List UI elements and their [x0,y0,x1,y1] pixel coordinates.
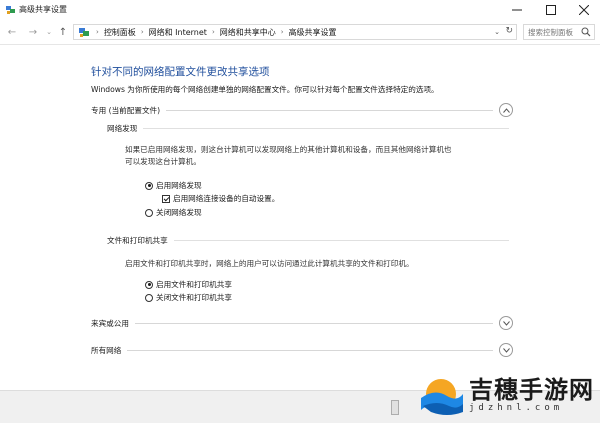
radio-label: 启用网络发现 [156,181,202,190]
breadcrumb-network-internet[interactable]: 网络和 Internet [149,27,207,38]
radio-unselected[interactable] [145,208,153,217]
chevron-down-icon: ⌄ [494,28,500,36]
expand-all-networks-button[interactable] [499,343,513,357]
radio-label: 关闭文件和打印机共享 [156,293,232,302]
breadcrumb-separator: › [280,28,284,36]
network-discovery-description-line2: 可以发现这台计算机。 [125,157,201,166]
subsection-divider [173,240,509,241]
checkbox-label: 启用网络连接设备的自动设置。 [173,194,280,203]
chevron-down-icon [502,347,510,353]
collapse-private-button[interactable] [499,103,513,117]
breadcrumb-advanced-sharing[interactable]: 高级共享设置 [289,27,337,38]
section-all-networks[interactable]: 所有网络 [91,343,513,357]
page-description: Windows 为你所使用的每个网络创建单独的网络配置文件。你可以针对每个配置文… [91,85,439,94]
brand-logo-icon [421,378,463,415]
section-guest-label: 来宾或公用 [91,318,129,328]
arrow-left-icon: ← [7,26,17,38]
refresh-button[interactable]: ↻ [505,26,513,36]
search-icon [581,27,591,37]
chevron-up-icon [502,107,510,113]
radio-selected[interactable] [145,181,153,190]
main-content: 针对不同的网络配置文件更改共享选项 Windows 为你所使用的每个网络创建单独… [0,46,600,390]
section-private-label: 专用 (当前配置文件) [91,105,161,115]
forward-button[interactable]: → [26,24,40,40]
breadcrumb-separator: › [96,28,99,36]
brand-text: 吉穗手游网 jdzhnl.com [469,377,594,414]
close-button[interactable] [567,0,600,19]
refresh-icon: ↻ [505,26,513,36]
arrow-up-icon: ↑ [58,26,68,38]
radio-network-discovery-off[interactable]: 关闭网络发现 [145,207,202,218]
radio-network-discovery-on[interactable]: 启用网络发现 [145,180,202,191]
radio-unselected[interactable] [145,293,153,302]
page-title: 针对不同的网络配置文件更改共享选项 [91,66,270,78]
breadcrumb-separator: › [140,28,144,36]
navigation-bar: ← → ⌄ ↑ › 控制面板 › 网络和 Internet › 网络和共享中心 … [0,19,600,45]
chevron-down-icon [502,320,510,326]
arrow-right-icon: → [28,26,38,38]
brand-name: 吉穗手游网 [469,376,594,404]
checkbox-auto-setup[interactable]: 启用网络连接设备的自动设置。 [162,193,279,204]
radio-file-sharing-on[interactable]: 启用文件和打印机共享 [145,279,232,290]
subsection-network-discovery: 网络发现 [107,123,509,134]
breadcrumb-network-sharing-center[interactable]: 网络和共享中心 [220,27,276,38]
search-box [523,24,595,40]
section-all-networks-label: 所有网络 [91,345,122,355]
radio-file-sharing-off[interactable]: 关闭文件和打印机共享 [145,292,232,303]
save-changes-button[interactable] [391,400,399,415]
search-input[interactable] [524,25,582,39]
recent-locations-button[interactable]: ⌄ [42,24,56,40]
radio-selected[interactable] [145,280,153,289]
network-discovery-description-line1: 如果已启用网络发现，则这台计算机可以发现网络上的其他计算机和设备，而且其他网络计… [125,145,452,154]
expand-guest-button[interactable] [499,316,513,330]
breadcrumb-control-panel[interactable]: 控制面板 [104,27,136,38]
network-discovery-heading: 网络发现 [107,124,138,133]
maximize-icon [545,4,556,15]
subsection-divider [143,128,509,129]
minimize-button[interactable] [500,0,533,19]
maximize-button[interactable] [534,0,567,19]
file-printer-sharing-heading: 文件和打印机共享 [107,236,168,245]
network-settings-icon [6,6,15,14]
control-panel-icon [79,28,89,37]
subsection-file-printer-sharing: 文件和打印机共享 [107,235,509,246]
file-printer-sharing-description: 启用文件和打印机共享时，网络上的用户可以访问通过此计算机共享的文件和打印机。 [125,259,414,268]
address-history-dropdown[interactable]: ⌄ [494,28,500,36]
breadcrumb-separator: › [211,28,215,36]
title-bar: 高级共享设置 [0,0,600,19]
back-button[interactable]: ← [5,24,19,40]
close-icon [578,4,589,15]
radio-label: 启用文件和打印机共享 [156,280,232,289]
brand-logo: 吉穗手游网 jdzhnl.com [417,368,600,423]
address-bar[interactable]: › 控制面板 › 网络和 Internet › 网络和共享中心 › 高级共享设置… [73,24,517,40]
window-title: 高级共享设置 [19,5,67,14]
section-guest-public[interactable]: 来宾或公用 [91,316,513,330]
chevron-down-icon: ⌄ [46,28,52,36]
section-private-profile[interactable]: 专用 (当前配置文件) [91,103,513,117]
checkbox-checked[interactable] [162,194,170,203]
section-divider [127,349,493,351]
radio-label: 关闭网络发现 [156,208,202,217]
minimize-icon [511,9,522,10]
up-button[interactable]: ↑ [56,24,70,40]
brand-url: jdzhnl.com [469,403,564,413]
section-divider [166,109,493,111]
section-divider [134,322,493,324]
